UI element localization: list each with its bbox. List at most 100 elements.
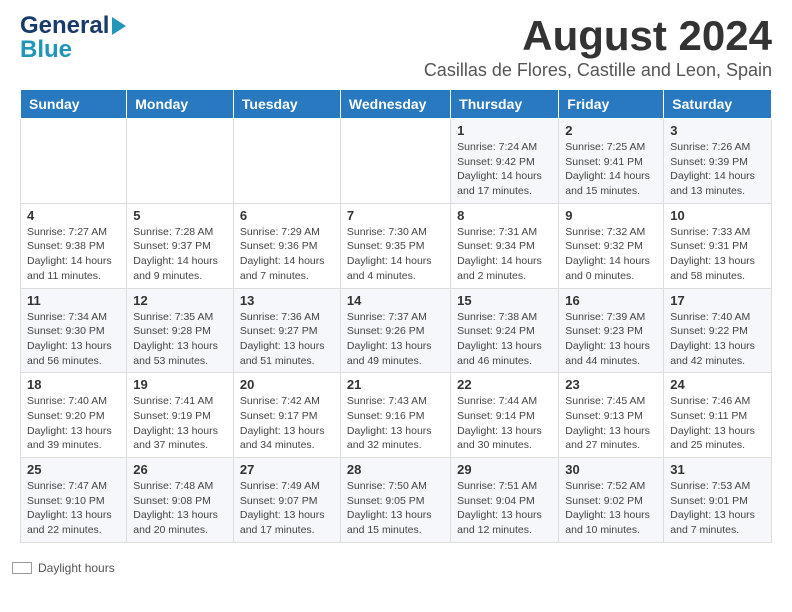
day-number: 16 — [565, 293, 657, 308]
calendar-cell: 14 Sunrise: 7:37 AM Sunset: 9:26 PM Dayli… — [340, 288, 450, 373]
day-info: Sunrise: 7:36 AM Sunset: 9:27 PM Dayligh… — [240, 310, 334, 369]
day-info: Sunrise: 7:30 AM Sunset: 9:35 PM Dayligh… — [347, 225, 444, 284]
calendar-cell: 1 Sunrise: 7:24 AM Sunset: 9:42 PM Daylig… — [451, 119, 559, 204]
day-info: Sunrise: 7:39 AM Sunset: 9:23 PM Dayligh… — [565, 310, 657, 369]
calendar-cell: 7 Sunrise: 7:30 AM Sunset: 9:35 PM Daylig… — [340, 203, 450, 288]
calendar-cell: 25 Sunrise: 7:47 AM Sunset: 9:10 PM Dayli… — [21, 458, 127, 543]
header: General Blue August 2024 Casillas de Flo… — [0, 0, 792, 89]
day-info: Sunrise: 7:46 AM Sunset: 9:11 PM Dayligh… — [670, 394, 765, 453]
day-number: 2 — [565, 123, 657, 138]
day-number: 29 — [457, 462, 552, 477]
logo-arrow-icon — [112, 17, 126, 35]
calendar-container: SundayMondayTuesdayWednesdayThursdayFrid… — [0, 89, 792, 553]
calendar-day-header: Thursday — [451, 90, 559, 119]
calendar-cell: 13 Sunrise: 7:36 AM Sunset: 9:27 PM Dayli… — [233, 288, 340, 373]
day-number: 4 — [27, 208, 120, 223]
day-info: Sunrise: 7:29 AM Sunset: 9:36 PM Dayligh… — [240, 225, 334, 284]
day-info: Sunrise: 7:27 AM Sunset: 9:38 PM Dayligh… — [27, 225, 120, 284]
subtitle: Casillas de Flores, Castille and Leon, S… — [424, 60, 772, 81]
calendar-cell: 8 Sunrise: 7:31 AM Sunset: 9:34 PM Daylig… — [451, 203, 559, 288]
day-number: 31 — [670, 462, 765, 477]
day-info: Sunrise: 7:35 AM Sunset: 9:28 PM Dayligh… — [133, 310, 227, 369]
title-section: August 2024 Casillas de Flores, Castille… — [424, 12, 772, 81]
day-info: Sunrise: 7:34 AM Sunset: 9:30 PM Dayligh… — [27, 310, 120, 369]
day-number: 11 — [27, 293, 120, 308]
calendar-cell: 26 Sunrise: 7:48 AM Sunset: 9:08 PM Dayli… — [127, 458, 234, 543]
day-number: 19 — [133, 377, 227, 392]
day-number: 23 — [565, 377, 657, 392]
day-number: 17 — [670, 293, 765, 308]
day-number: 27 — [240, 462, 334, 477]
day-number: 12 — [133, 293, 227, 308]
calendar-cell: 20 Sunrise: 7:42 AM Sunset: 9:17 PM Dayli… — [233, 373, 340, 458]
calendar-cell: 6 Sunrise: 7:29 AM Sunset: 9:36 PM Daylig… — [233, 203, 340, 288]
calendar-day-header: Tuesday — [233, 90, 340, 119]
day-number: 26 — [133, 462, 227, 477]
calendar-cell: 11 Sunrise: 7:34 AM Sunset: 9:30 PM Dayli… — [21, 288, 127, 373]
day-number: 14 — [347, 293, 444, 308]
day-info: Sunrise: 7:40 AM Sunset: 9:22 PM Dayligh… — [670, 310, 765, 369]
calendar-cell — [233, 119, 340, 204]
day-info: Sunrise: 7:49 AM Sunset: 9:07 PM Dayligh… — [240, 479, 334, 538]
day-number: 9 — [565, 208, 657, 223]
logo: General Blue — [20, 12, 126, 64]
calendar-cell: 28Sunrise: 7:50 AM Sunset: 9:05 PM Dayli… — [340, 458, 450, 543]
day-info: Sunrise: 7:41 AM Sunset: 9:19 PM Dayligh… — [133, 394, 227, 453]
calendar-week-row: 25 Sunrise: 7:47 AM Sunset: 9:10 PM Dayli… — [21, 458, 772, 543]
day-number: 3 — [670, 123, 765, 138]
calendar-cell: 29 Sunrise: 7:51 AM Sunset: 9:04 PM Dayli… — [451, 458, 559, 543]
day-number: 15 — [457, 293, 552, 308]
day-info: Sunrise: 7:24 AM Sunset: 9:42 PM Dayligh… — [457, 140, 552, 199]
calendar-cell: 10 Sunrise: 7:33 AM Sunset: 9:31 PM Dayli… — [664, 203, 772, 288]
calendar-cell: 9 Sunrise: 7:32 AM Sunset: 9:32 PM Daylig… — [559, 203, 664, 288]
day-number: 28 — [347, 462, 444, 477]
day-number: 22 — [457, 377, 552, 392]
calendar-header-row: SundayMondayTuesdayWednesdayThursdayFrid… — [21, 90, 772, 119]
day-info: Sunrise: 7:32 AM Sunset: 9:32 PM Dayligh… — [565, 225, 657, 284]
day-info: Sunrise: 7:47 AM Sunset: 9:10 PM Dayligh… — [27, 479, 120, 538]
day-info: Sunrise: 7:40 AM Sunset: 9:20 PM Dayligh… — [27, 394, 120, 453]
calendar-cell: 3Sunrise: 7:26 AM Sunset: 9:39 PM Daylig… — [664, 119, 772, 204]
legend: Daylight hours — [0, 553, 792, 583]
calendar-cell: 23 Sunrise: 7:45 AM Sunset: 9:13 PM Dayli… — [559, 373, 664, 458]
day-info: Sunrise: 7:42 AM Sunset: 9:17 PM Dayligh… — [240, 394, 334, 453]
main-title: August 2024 — [424, 12, 772, 60]
day-info: Sunrise: 7:45 AM Sunset: 9:13 PM Dayligh… — [565, 394, 657, 453]
day-info: Sunrise: 7:33 AM Sunset: 9:31 PM Dayligh… — [670, 225, 765, 284]
legend-box — [12, 562, 32, 574]
day-info: Sunrise: 7:31 AM Sunset: 9:34 PM Dayligh… — [457, 225, 552, 284]
calendar-cell: 18Sunrise: 7:40 AM Sunset: 9:20 PM Dayli… — [21, 373, 127, 458]
calendar-day-header: Friday — [559, 90, 664, 119]
calendar-cell: 30Sunrise: 7:52 AM Sunset: 9:02 PM Dayli… — [559, 458, 664, 543]
day-number: 13 — [240, 293, 334, 308]
day-info: Sunrise: 7:51 AM Sunset: 9:04 PM Dayligh… — [457, 479, 552, 538]
day-number: 1 — [457, 123, 552, 138]
day-info: Sunrise: 7:48 AM Sunset: 9:08 PM Dayligh… — [133, 479, 227, 538]
day-info: Sunrise: 7:28 AM Sunset: 9:37 PM Dayligh… — [133, 225, 227, 284]
day-info: Sunrise: 7:53 AM Sunset: 9:01 PM Dayligh… — [670, 479, 765, 538]
calendar-cell: 2Sunrise: 7:25 AM Sunset: 9:41 PM Daylig… — [559, 119, 664, 204]
calendar-cell — [340, 119, 450, 204]
calendar-cell: 31 Sunrise: 7:53 AM Sunset: 9:01 PM Dayli… — [664, 458, 772, 543]
calendar-day-header: Sunday — [21, 90, 127, 119]
calendar-day-header: Monday — [127, 90, 234, 119]
page-container: General Blue August 2024 Casillas de Flo… — [0, 0, 792, 583]
day-number: 8 — [457, 208, 552, 223]
calendar-cell: 12 Sunrise: 7:35 AM Sunset: 9:28 PM Dayli… — [127, 288, 234, 373]
day-number: 7 — [347, 208, 444, 223]
calendar-cell: 15 Sunrise: 7:38 AM Sunset: 9:24 PM Dayli… — [451, 288, 559, 373]
day-number: 25 — [27, 462, 120, 477]
day-number: 6 — [240, 208, 334, 223]
calendar-week-row: 4 Sunrise: 7:27 AM Sunset: 9:38 PM Daylig… — [21, 203, 772, 288]
day-number: 20 — [240, 377, 334, 392]
calendar-cell: 19 Sunrise: 7:41 AM Sunset: 9:19 PM Dayli… — [127, 373, 234, 458]
calendar-day-header: Saturday — [664, 90, 772, 119]
legend-label: Daylight hours — [38, 561, 115, 575]
day-info: Sunrise: 7:38 AM Sunset: 9:24 PM Dayligh… — [457, 310, 552, 369]
day-info: Sunrise: 7:37 AM Sunset: 9:26 PM Dayligh… — [347, 310, 444, 369]
day-number: 24 — [670, 377, 765, 392]
day-info: Sunrise: 7:44 AM Sunset: 9:14 PM Dayligh… — [457, 394, 552, 453]
day-number: 10 — [670, 208, 765, 223]
day-info: Sunrise: 7:52 AM Sunset: 9:02 PM Dayligh… — [565, 479, 657, 538]
calendar-cell: 5Sunrise: 7:28 AM Sunset: 9:37 PM Daylig… — [127, 203, 234, 288]
